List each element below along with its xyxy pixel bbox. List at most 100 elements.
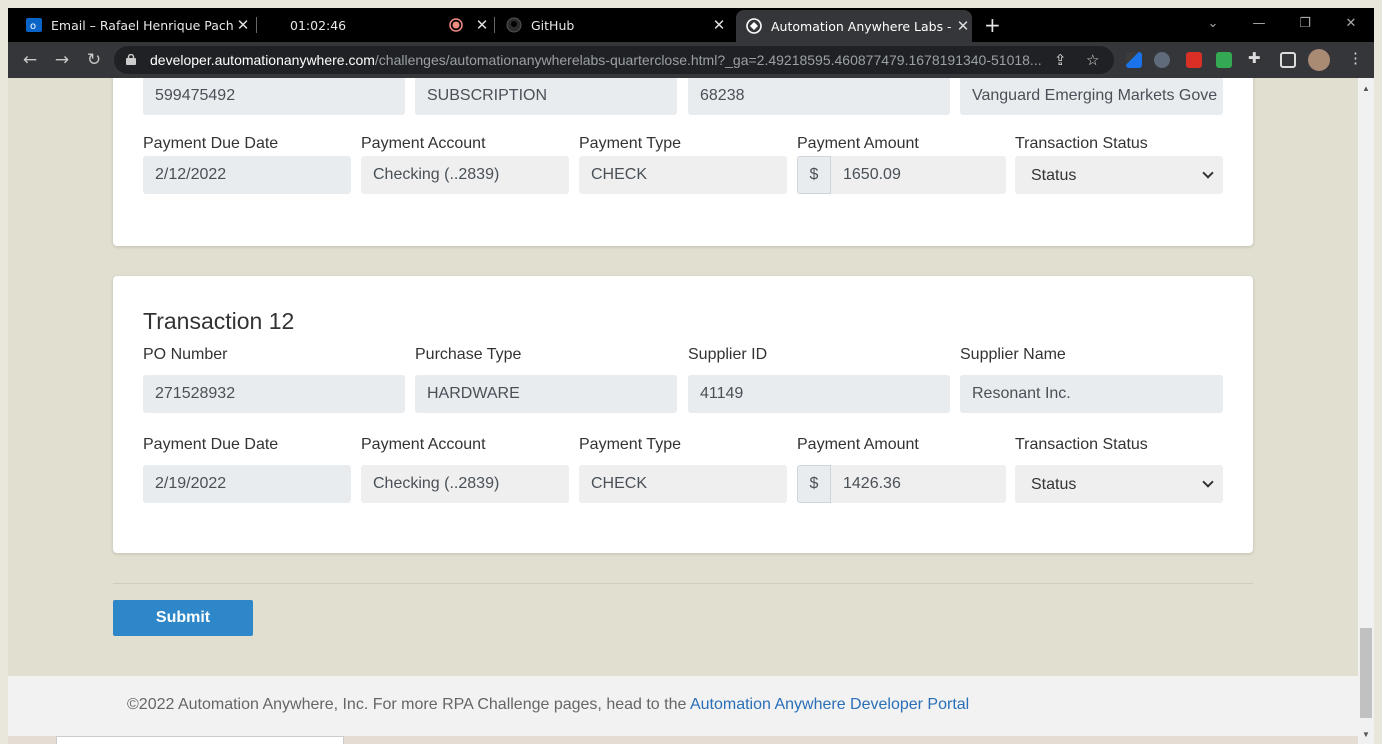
supplier-name-field[interactable]: Resonant Inc. [960,375,1223,413]
page-content: 599475492 SUBSCRIPTION 68238 Vanguard Em… [8,78,1358,744]
transaction-status-select[interactable]: Status [1015,156,1223,194]
scroll-up-icon[interactable]: ▲ [1362,84,1370,93]
svg-text:o: o [30,21,36,32]
forward-icon[interactable]: → [50,49,74,71]
select-value: Status [1031,167,1077,184]
vertical-scrollbar[interactable]: ▲ ▼ [1358,78,1374,744]
payment-account-label: Payment Account [361,436,486,453]
tab-automation-anywhere[interactable]: Automation Anywhere Labs - Qu ✕ [736,10,972,42]
address-bar[interactable]: developer.automationanywhere.com/challen… [114,46,1114,74]
tab-timer[interactable]: 01:02:46 [290,8,430,42]
close-icon[interactable]: ✕ [473,16,491,34]
bookmark-star-icon[interactable]: ☆ [1086,51,1099,69]
po-number-field[interactable]: 271528932 [143,375,405,413]
purchase-type-field[interactable]: HARDWARE [415,375,677,413]
footer-copyright: ©2022 Automation Anywhere, Inc. For more… [127,696,690,713]
restore-icon[interactable]: ❐ [1282,8,1328,38]
chevron-down-icon [1202,167,1214,179]
transaction-card-12: Transaction 12 PO Number Purchase Type S… [113,276,1253,553]
tab-search-icon[interactable]: ⌄ [1190,8,1236,38]
purchase-type-field[interactable]: SUBSCRIPTION [415,78,677,115]
supplier-id-field[interactable]: 41149 [688,375,950,413]
transaction-card-11: 599475492 SUBSCRIPTION 68238 Vanguard Em… [113,78,1253,246]
tab-separator [494,17,495,33]
supplier-name-label: Supplier Name [960,346,1066,363]
page-footer: ©2022 Automation Anywhere, Inc. For more… [8,676,1358,736]
po-number-label: PO Number [143,346,228,363]
new-tab-button[interactable]: + [984,8,1008,42]
payment-due-date-field[interactable]: 2/19/2022 [143,465,351,503]
minimize-icon[interactable]: — [1236,8,1282,38]
browser-window: o Email – Rafael Henrique Pacheco ✕ 01:0… [8,8,1374,744]
bottom-edge [8,736,1358,744]
payment-due-date-label: Payment Due Date [143,436,279,453]
payment-due-date-field[interactable]: 2/12/2022 [143,156,351,194]
menu-kebab-icon[interactable]: ⋮ [1348,49,1364,67]
payment-account-field[interactable]: Checking (..2839) [361,465,569,503]
developer-portal-link[interactable]: Automation Anywhere Developer Portal [690,696,969,713]
transaction-status-label: Transaction Status [1015,436,1148,453]
reload-icon[interactable]: ↻ [82,49,106,71]
payment-amount-label: Payment Amount [797,135,919,152]
tab-separator [256,17,257,33]
payment-type-field[interactable]: CHECK [579,156,787,194]
tab-email[interactable]: o Email – Rafael Henrique Pacheco ✕ [26,8,252,42]
bottom-window-edge [56,736,344,744]
close-window-icon[interactable]: ✕ [1328,8,1374,38]
supplier-id-field[interactable]: 68238 [688,78,950,115]
share-icon[interactable]: ⇪ [1054,51,1067,69]
record-icon [448,17,464,33]
tab-github[interactable]: GitHub ✕ [506,8,728,42]
url-text: developer.automationanywhere.com/challen… [150,52,1042,68]
tab-recording[interactable]: ✕ [448,8,488,42]
payment-type-label: Payment Type [579,436,681,453]
payment-due-date-label: Payment Due Date [143,135,279,152]
plus-icon: + [984,13,1001,37]
currency-addon: $ [797,156,831,194]
url-path: /challenges/automationanywherelabs-quart… [374,52,1042,68]
transaction-status-label: Transaction Status [1015,135,1148,152]
currency-addon: $ [797,465,831,503]
payment-amount-field[interactable]: 1426.36 [831,465,1006,503]
browser-toolbar: ← → ↻ developer.automationanywhere.com/c… [8,42,1374,78]
divider [113,583,1253,584]
url-host: developer.automationanywhere.com [150,52,375,68]
globe-icon [746,18,762,34]
extension-spy-icon[interactable] [1154,52,1170,68]
tab-strip: o Email – Rafael Henrique Pacheco ✕ 01:0… [8,8,1374,42]
github-icon [506,17,522,33]
supplier-id-label: Supplier ID [688,346,768,363]
scroll-down-icon[interactable]: ▼ [1362,730,1370,739]
extension-red-icon[interactable] [1186,52,1202,68]
lock-icon [126,54,136,65]
tab-title: Email – Rafael Henrique Pacheco [51,17,234,33]
select-value: Status [1031,476,1077,493]
side-panel-icon[interactable] [1280,52,1296,68]
tab-title: GitHub [531,17,575,33]
payment-amount-field[interactable]: 1650.09 [831,156,1006,194]
extensions-puzzle-icon[interactable]: ✚ [1248,49,1264,67]
scrollbar-thumb[interactable] [1360,628,1372,718]
extension-pen-icon[interactable] [1126,52,1142,68]
payment-type-field[interactable]: CHECK [579,465,787,503]
transaction-status-select[interactable]: Status [1015,465,1223,503]
purchase-type-label: Purchase Type [415,346,522,363]
payment-account-field[interactable]: Checking (..2839) [361,156,569,194]
chevron-down-icon [1202,476,1214,488]
tab-title: 01:02:46 [290,17,347,33]
footer-text: ©2022 Automation Anywhere, Inc. For more… [127,696,969,714]
extension-sheet-icon[interactable] [1216,52,1232,68]
po-number-field[interactable]: 599475492 [143,78,405,115]
back-icon[interactable]: ← [18,49,42,71]
payment-account-label: Payment Account [361,135,486,152]
submit-button[interactable]: Submit [113,600,253,636]
supplier-name-field[interactable]: Vanguard Emerging Markets Gove [960,78,1223,115]
payment-amount-label: Payment Amount [797,436,919,453]
close-icon[interactable]: ✕ [234,16,252,34]
outlook-icon: o [26,17,42,33]
close-icon[interactable]: ✕ [954,17,972,35]
tab-title: Automation Anywhere Labs - Qu [771,18,954,34]
transaction-title: Transaction 12 [143,308,295,334]
profile-avatar[interactable] [1308,49,1330,71]
close-icon[interactable]: ✕ [710,16,728,34]
